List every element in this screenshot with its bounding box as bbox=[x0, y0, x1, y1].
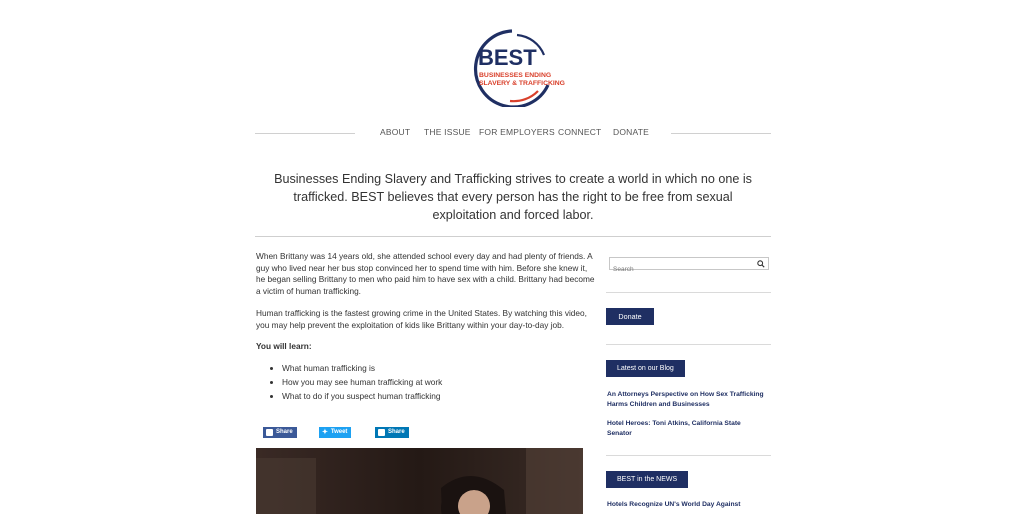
nav-item-donate[interactable]: DONATE bbox=[613, 127, 649, 137]
sidebar-divider bbox=[606, 455, 771, 456]
best-logo[interactable]: BEST BUSINESSES ENDING SLAVERY & TRAFFIC… bbox=[460, 27, 565, 107]
linkedin-icon bbox=[378, 429, 385, 436]
video-player[interactable] bbox=[256, 448, 583, 514]
sidebar-divider bbox=[606, 344, 771, 345]
search-icon[interactable] bbox=[757, 260, 765, 268]
linkedin-share-button[interactable]: Share bbox=[375, 427, 409, 438]
learn-title: You will learn: bbox=[256, 341, 312, 352]
logo-line2: SLAVERY & TRAFFICKING bbox=[479, 80, 565, 87]
news-link[interactable]: Hotels Recognize UN's World Day Against bbox=[607, 500, 767, 510]
nav-divider-left bbox=[255, 133, 355, 134]
facebook-share-button[interactable]: Share bbox=[263, 427, 297, 438]
donate-button[interactable]: Donate bbox=[606, 308, 654, 325]
sidebar-divider bbox=[606, 292, 771, 293]
video-thumbnail bbox=[256, 448, 583, 514]
mission-statement: Businesses Ending Slavery and Traffickin… bbox=[274, 172, 752, 222]
nav-divider-right bbox=[671, 133, 771, 134]
blog-link[interactable]: An Attorneys Perspective on How Sex Traf… bbox=[607, 390, 767, 410]
search-input[interactable] bbox=[610, 264, 753, 275]
article-paragraph-2: Human trafficking is the fastest growing… bbox=[256, 307, 587, 330]
nav-item-for-employers[interactable]: FOR EMPLOYERS bbox=[479, 127, 555, 137]
news-heading: BEST in the NEWS bbox=[606, 471, 689, 488]
learn-list-item: What human trafficking is bbox=[282, 363, 596, 375]
logo-wordmark: BEST bbox=[478, 45, 537, 70]
learn-list: What human trafficking is How you may se… bbox=[256, 363, 596, 403]
linkedin-share-label: Share bbox=[388, 429, 405, 435]
nav-item-the-issue[interactable]: THE ISSUE bbox=[424, 127, 471, 137]
twitter-tweet-button[interactable]: ✦ Tweet bbox=[319, 427, 352, 438]
twitter-tweet-label: Tweet bbox=[330, 429, 348, 435]
blog-heading: Latest on our Blog bbox=[606, 360, 685, 377]
learn-list-item: What to do if you suspect human traffick… bbox=[282, 391, 596, 403]
article-paragraph-1: When Brittany was 14 years old, she atte… bbox=[256, 251, 595, 297]
facebook-share-label: Share bbox=[276, 429, 293, 435]
blog-link[interactable]: Hotel Heroes: Toni Atkins, California St… bbox=[607, 419, 767, 439]
facebook-icon bbox=[266, 429, 273, 436]
logo-ring-icon: BEST BUSINESSES ENDING SLAVERY & TRAFFIC… bbox=[474, 29, 565, 107]
article-body: When Brittany was 14 years old, she atte… bbox=[256, 251, 596, 406]
nav-item-connect[interactable]: CONNECT bbox=[558, 127, 601, 137]
section-divider bbox=[255, 236, 771, 237]
nav-item-about[interactable]: ABOUT bbox=[380, 127, 410, 137]
search-box bbox=[609, 257, 769, 275]
logo-line1: BUSINESSES ENDING bbox=[479, 72, 551, 79]
twitter-icon: ✦ bbox=[322, 429, 328, 436]
main-nav: ABOUT THE ISSUE FOR EMPLOYERS CONNECT DO… bbox=[255, 127, 771, 141]
learn-list-item: How you may see human trafficking at wor… bbox=[282, 377, 596, 389]
